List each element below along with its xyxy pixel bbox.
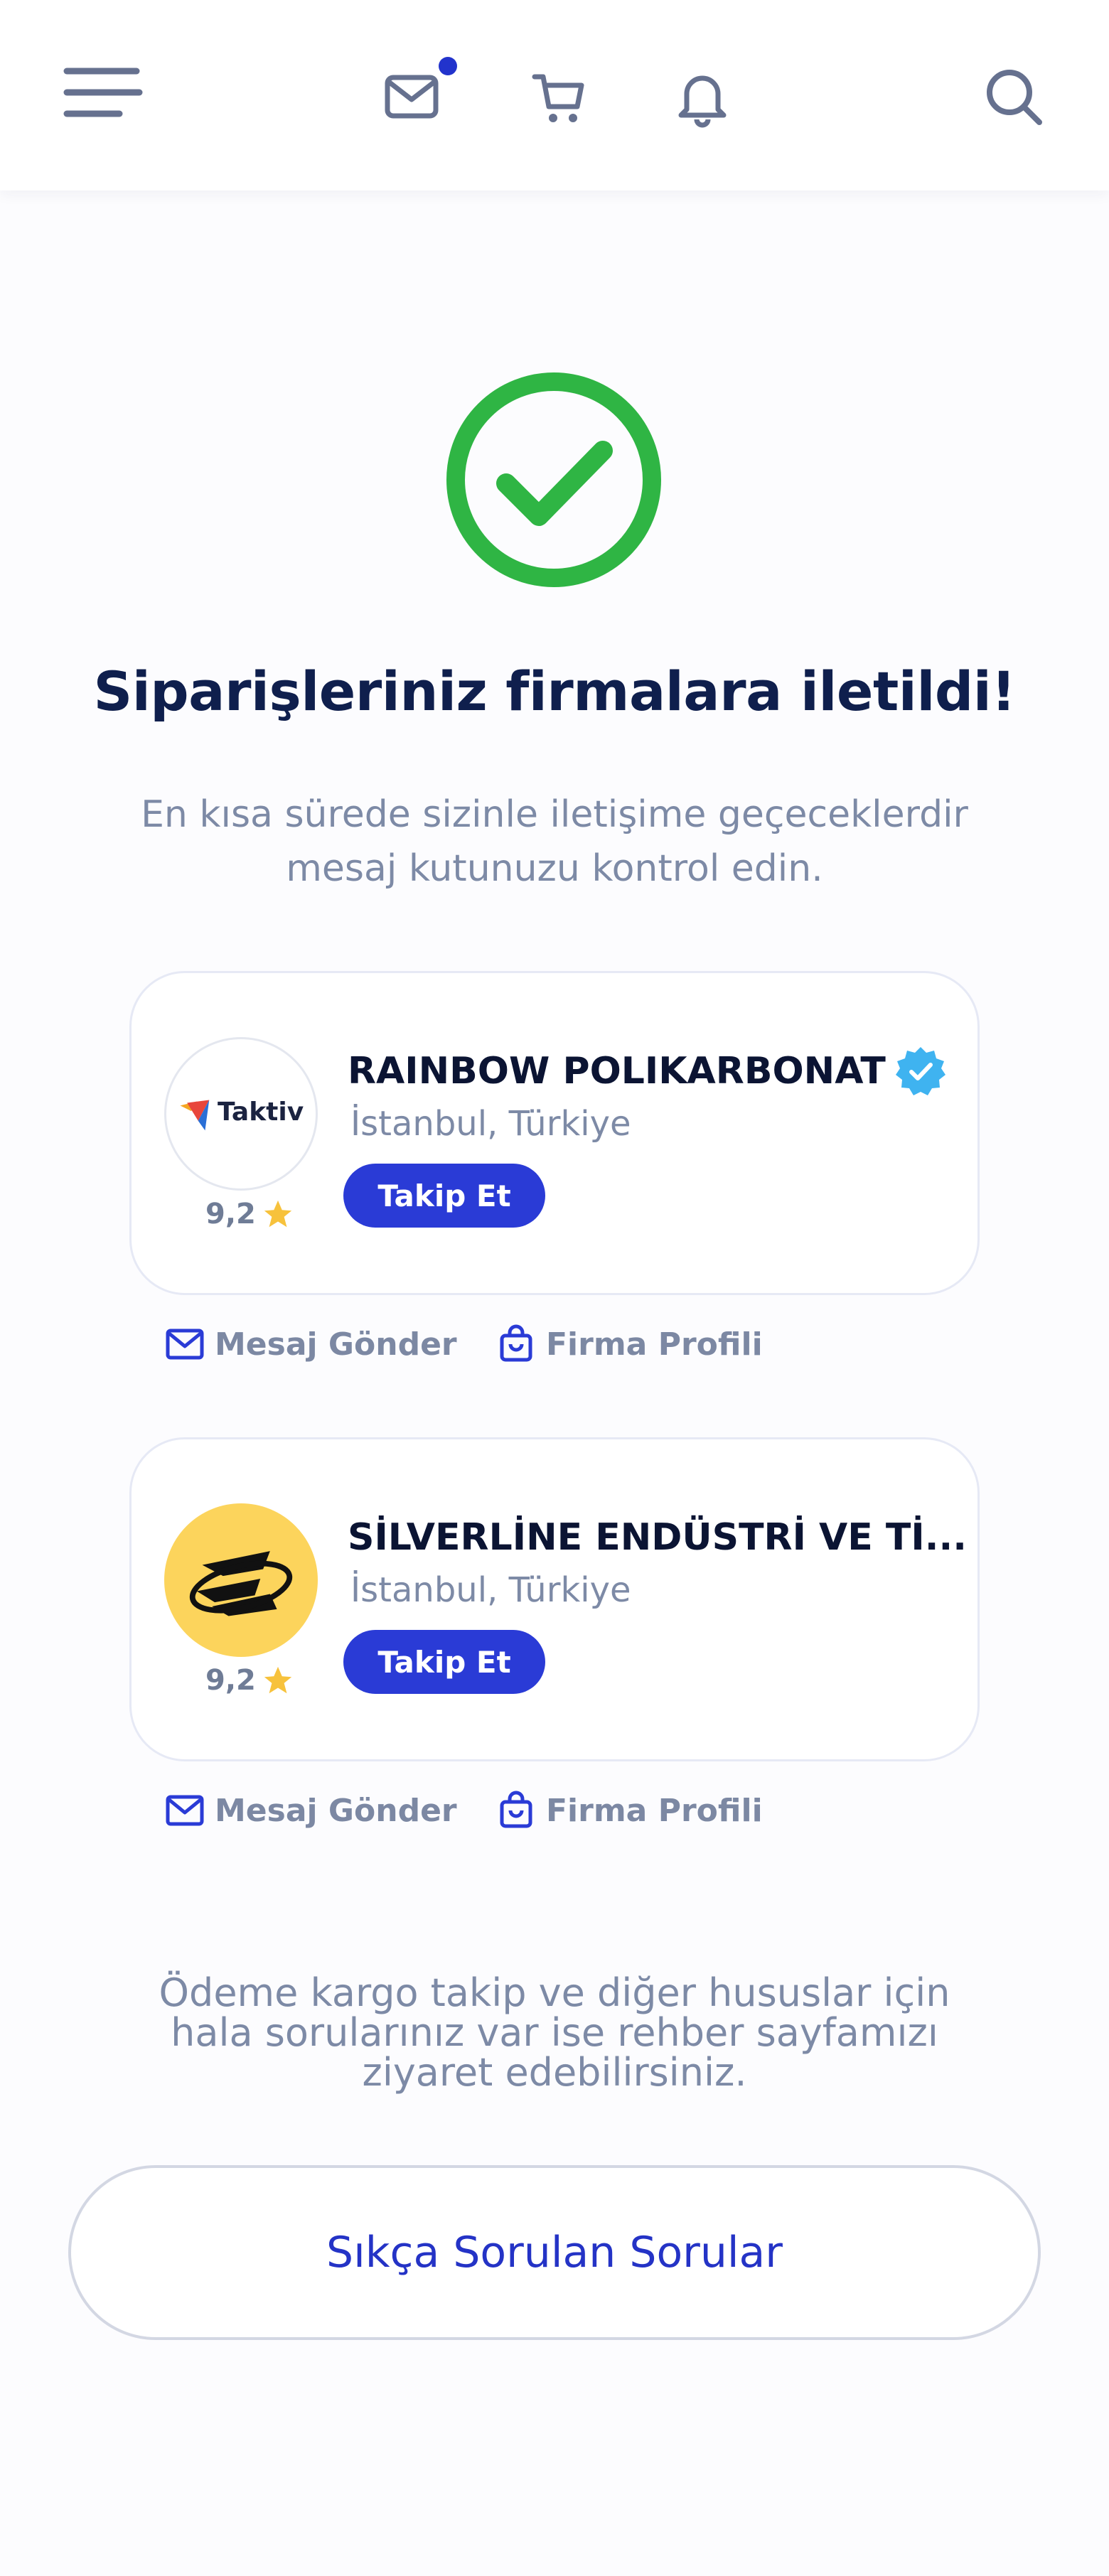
help-text-line: Ödeme kargo takip ve diğer hususlar için [159,1970,950,2015]
top-navigation-bar [0,0,1109,190]
company-card[interactable]: 9,2 SİLVERLİNE ENDÜSTRİ VE Tİ... İstanbu… [129,1437,980,1761]
faq-button[interactable]: Sıkça Sorulan Sorular [68,2165,1041,2340]
company-name-row: RAINBOW POLIKARBONAT [348,1044,947,1098]
company-profile-link[interactable]: Firma Profili [496,1786,763,1835]
send-message-link[interactable]: Mesaj Gönder [165,1786,457,1835]
help-text: Ödeme kargo takip ve diğer hususlar için… [128,1973,981,2093]
send-message-link[interactable]: Mesaj Gönder [165,1319,457,1369]
cart-icon[interactable] [532,70,586,127]
check-circle-icon [445,371,663,589]
help-text-line: hala sorularınız var ise rehber sayfamız… [171,2010,938,2055]
company-name-row: SİLVERLİNE ENDÜSTRİ VE Tİ... [348,1510,967,1565]
help-text-line: ziyaret edebilirsiniz. [362,2050,747,2095]
send-message-label: Mesaj Gönder [215,1792,457,1829]
company-rating: 9,2 [205,1196,294,1232]
confirmation-subtitle: En kısa sürede sizinle iletişime geçecek… [92,788,1017,896]
page-title: Siparişleriniz firmalara iletildi! [93,660,1016,723]
mail-notification-dot [439,57,457,75]
company-name[interactable]: SİLVERLİNE ENDÜSTRİ VE Tİ... [348,1516,967,1559]
follow-button[interactable]: Takip Et [343,1630,545,1694]
mail-icon [165,1324,205,1364]
company-location: İstanbul, Türkiye [350,1570,631,1610]
company-card[interactable]: Taktiv 9,2 RAINBOW POLIKARBONAT İstanbul… [129,971,980,1295]
bell-icon[interactable] [677,68,728,128]
star-icon [262,1664,294,1697]
subtitle-line: En kısa sürede sizinle iletişime geçecek… [141,793,968,836]
subtitle-line: mesaj kutunuzu kontrol edin. [286,847,823,890]
follow-button[interactable]: Takip Et [343,1164,545,1228]
search-icon[interactable] [984,67,1044,127]
mail-icon[interactable] [384,74,439,119]
company-name[interactable]: RAINBOW POLIKARBONAT [348,1050,886,1093]
verified-badge-icon [894,1045,947,1098]
company-logo: Taktiv [164,1037,318,1191]
company-profile-label: Firma Profili [546,1792,763,1829]
company-profile-link[interactable]: Firma Profili [496,1319,763,1369]
shopping-bag-icon [496,1791,536,1830]
rating-value: 9,2 [205,1198,256,1230]
rating-value: 9,2 [205,1664,256,1697]
shopping-bag-icon [496,1324,536,1364]
company-rating: 9,2 [205,1663,294,1698]
company-location: İstanbul, Türkiye [350,1104,631,1144]
company-logo [164,1503,318,1657]
send-message-label: Mesaj Gönder [215,1326,457,1363]
company-profile-label: Firma Profili [546,1326,763,1363]
star-icon [262,1198,294,1230]
company-actions: Mesaj Gönder Firma Profili [165,1319,947,1369]
mail-icon [165,1791,205,1830]
company-logo-text: Taktiv [218,1098,304,1127]
company-actions: Mesaj Gönder Firma Profili [165,1786,947,1835]
menu-icon[interactable] [63,64,144,121]
